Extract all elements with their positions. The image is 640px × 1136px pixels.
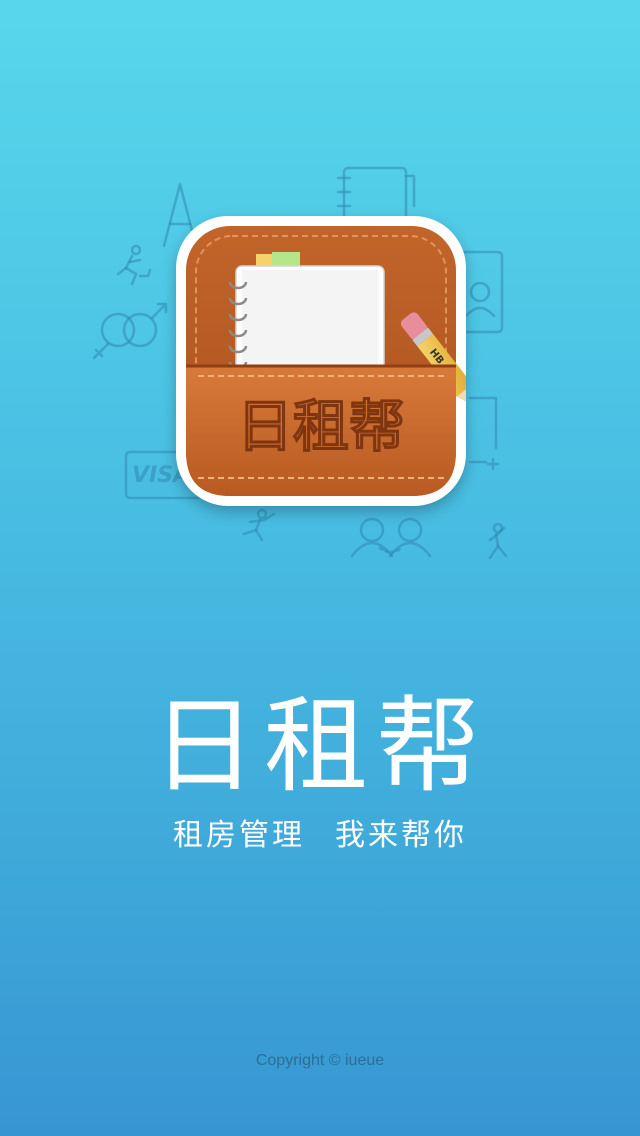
gender-icon — [92, 302, 168, 360]
svg-text:日租帮: 日租帮 — [237, 395, 405, 460]
dancer-icon — [488, 522, 508, 560]
splash-screen: VISA HB 日租帮 日租帮 租房管理 我来帮你 Copyright © iu… — [0, 0, 640, 1136]
frame-icon — [468, 396, 500, 471]
stretch-figure-icon — [242, 508, 276, 542]
app-title: 日租帮 — [151, 685, 488, 807]
copyright-text: Copyright © iueue — [255, 1052, 385, 1069]
couple-icon — [350, 517, 432, 558]
tagline: 租房管理 我来帮你 — [0, 814, 640, 858]
runner-icon — [116, 244, 152, 286]
tagline-right: 我来帮你 — [335, 818, 467, 853]
tagline-left: 租房管理 — [173, 818, 305, 853]
app-logo: HB 日租帮 — [176, 216, 466, 506]
